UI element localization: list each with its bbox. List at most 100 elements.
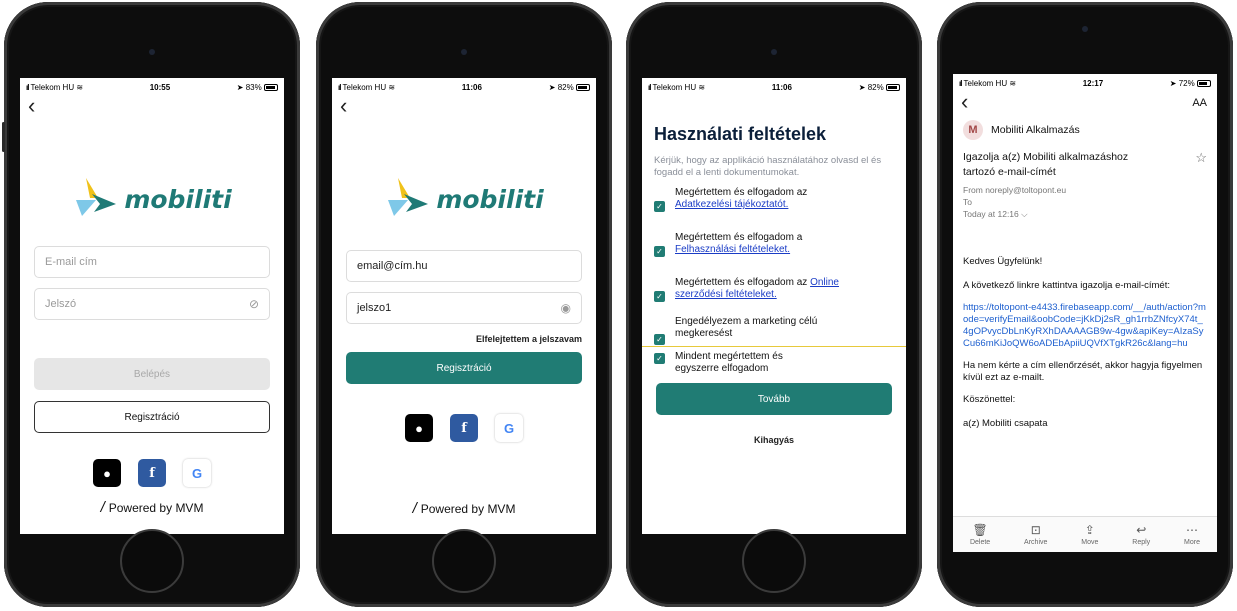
- date-line[interactable]: Today at 12:16 ⌵: [963, 208, 1207, 220]
- next-button[interactable]: Tovább: [656, 383, 892, 415]
- archive-button[interactable]: ⊡ Archive: [1024, 523, 1047, 546]
- speaker: [461, 49, 467, 55]
- location-icon: ➤: [548, 82, 556, 92]
- google-icon: G: [191, 465, 203, 481]
- more-label: More: [1184, 539, 1200, 546]
- powered-by: / Powered by MVM: [20, 499, 284, 516]
- terms-intro: Kérjük, hogy az applikáció használatához…: [654, 155, 882, 178]
- consent-item-terms[interactable]: ✓ Megértettem és elfogadom a Felhasználás…: [642, 232, 906, 257]
- speaker: [771, 49, 777, 55]
- logo-text: mobiliti: [436, 184, 544, 214]
- text-size-button[interactable]: AA: [1192, 97, 1207, 109]
- verify-link[interactable]: https://toltopont-e4433.firebaseapp.com/…: [953, 302, 1217, 350]
- password-input[interactable]: Jelszó ⊘: [34, 288, 270, 320]
- clock: 11:06: [461, 82, 482, 92]
- eye-icon[interactable]: ◉: [561, 301, 571, 315]
- email-input[interactable]: email@cím.hu: [346, 250, 582, 282]
- page-title: Használati feltételek: [654, 124, 827, 144]
- location-icon: ➤: [236, 82, 244, 92]
- archive-label: Archive: [1024, 539, 1048, 546]
- clock: 12:17: [1082, 78, 1104, 88]
- accept-all-item[interactable]: ✓ Mindent megértettem és egyszerre elfog…: [642, 347, 906, 375]
- facebook-icon: f: [149, 465, 155, 481]
- more-button[interactable]: ⋯ More: [1184, 523, 1200, 546]
- back-chevron-icon[interactable]: ‹: [20, 95, 284, 118]
- register-button[interactable]: Regisztráció: [34, 401, 270, 433]
- phone-email: ıl Telekom HU ≋ 12:17 ➤ 72% ‹ AA M Mobil…: [937, 2, 1233, 607]
- reply-label: Reply: [1132, 539, 1151, 546]
- apple-icon: ●: [415, 420, 423, 436]
- logo-text: mobiliti: [124, 184, 232, 214]
- status-bar: ıl Telekom HU ≋ 11:06 ➤ 82%: [332, 78, 596, 96]
- facebook-login-button[interactable]: f: [450, 414, 478, 442]
- checkbox-checked-icon[interactable]: ✓: [654, 291, 665, 302]
- email-placeholder: E-mail cím: [45, 256, 97, 268]
- checkbox-checked-icon[interactable]: ✓: [654, 246, 665, 257]
- speaker: [149, 49, 155, 55]
- back-chevron-icon[interactable]: ‹: [961, 91, 968, 114]
- login-button[interactable]: Belépés: [34, 358, 270, 390]
- wifi-icon: ≋: [388, 82, 396, 92]
- google-login-button[interactable]: G: [495, 414, 523, 442]
- location-icon: ➤: [858, 82, 866, 92]
- subject-row: Igazolja a(z) Mobiliti alkalmazáshoz tar…: [953, 140, 1217, 180]
- archive-icon: ⊡: [1030, 523, 1041, 537]
- facebook-icon: f: [461, 420, 467, 436]
- skip-button[interactable]: Kihagyás: [642, 435, 906, 445]
- back-chevron-icon[interactable]: ‹: [332, 95, 596, 118]
- status-bar: ıl Telekom HU ≋ 12:17 ➤ 72%: [953, 74, 1217, 92]
- forgot-password-link[interactable]: Elfelejtettem a jelszavam: [346, 334, 582, 344]
- status-bar: ıl Telekom HU ≋ 10:55 ➤ 83%: [20, 78, 284, 96]
- home-button[interactable]: [120, 529, 184, 593]
- logo-arrows-icon: [388, 178, 429, 216]
- reply-button[interactable]: ↩ Reply: [1132, 523, 1150, 546]
- phone-login: ıl Telekom HU ≋ 10:55 ➤ 83% ‹ mobiliti E…: [2, 2, 300, 607]
- apple-login-button[interactable]: ●: [93, 459, 121, 487]
- terms-of-use-link[interactable]: Felhasználási feltételeket.: [675, 244, 790, 255]
- battery-icon: [885, 83, 900, 91]
- home-button[interactable]: [432, 529, 496, 593]
- consent-text: Engedélyezem a marketing célú megkeresés…: [675, 316, 818, 339]
- password-input[interactable]: jelszo1 ◉: [346, 292, 582, 324]
- apple-login-button[interactable]: ●: [405, 414, 433, 442]
- from-line: From noreply@toltopont.eu: [963, 185, 1067, 195]
- more-icon: ⋯: [1186, 523, 1199, 537]
- battery-percent: 82%: [557, 82, 574, 92]
- carrier-label: Telekom HU: [652, 82, 697, 92]
- consent-item-privacy[interactable]: ✓ Megértettem és elfogadom az Adatkezelés…: [642, 187, 906, 212]
- battery-percent: 72%: [1178, 78, 1195, 88]
- checkbox-checked-icon[interactable]: ✓: [654, 353, 665, 364]
- wifi-icon: ≋: [1009, 78, 1017, 88]
- powered-by-text: Powered by MVM: [108, 501, 204, 515]
- accept-all-text: Mindent megértettem és egyszerre elfogad…: [675, 351, 783, 374]
- greeting: Kedves Ügyfelünk!: [963, 256, 1043, 267]
- sender-row: M Mobiliti Alkalmazás: [953, 114, 1217, 140]
- home-button[interactable]: [742, 529, 806, 593]
- phone-terms: ıl Telekom HU ≋ 11:06 ➤ 82% Használati f…: [626, 2, 922, 607]
- powered-by-text: Powered by MVM: [420, 502, 516, 516]
- delete-button[interactable]: 🗑 Delete: [970, 523, 990, 546]
- google-icon: G: [503, 420, 515, 436]
- password-value: jelszo1: [357, 302, 392, 314]
- password-placeholder: Jelszó: [45, 298, 77, 310]
- social-login-row: ● f G: [20, 459, 284, 487]
- checkbox-checked-icon[interactable]: ✓: [654, 201, 665, 212]
- consent-item-marketing[interactable]: ✓ Engedélyezem a marketing célú megkeres…: [642, 316, 906, 346]
- mobiliti-logo: mobiliti: [332, 174, 596, 224]
- facebook-login-button[interactable]: f: [138, 459, 166, 487]
- checkbox-checked-icon[interactable]: ✓: [654, 334, 665, 345]
- privacy-policy-link[interactable]: Adatkezelési tájékoztatót.: [675, 199, 788, 210]
- eye-off-icon[interactable]: ⊘: [249, 297, 259, 311]
- move-button[interactable]: ⇪ Move: [1081, 523, 1098, 546]
- consent-text: Megértettem és elfogadom a: [675, 232, 803, 243]
- register-button[interactable]: Regisztráció: [346, 352, 582, 384]
- carrier-label: Telekom HU: [30, 82, 75, 92]
- speaker: [1082, 26, 1088, 32]
- terms-screen: ıl Telekom HU ≋ 11:06 ➤ 82% Használati f…: [642, 78, 906, 534]
- consent-text: Megértettem és elfogadom az: [675, 277, 808, 288]
- email-input[interactable]: E-mail cím: [34, 246, 270, 278]
- google-login-button[interactable]: G: [183, 459, 211, 487]
- consent-item-online-contract[interactable]: ✓ Megértettem és elfogadom az Online sze…: [642, 277, 906, 302]
- star-icon[interactable]: ☆: [1195, 150, 1207, 180]
- sender-avatar: M: [963, 120, 983, 140]
